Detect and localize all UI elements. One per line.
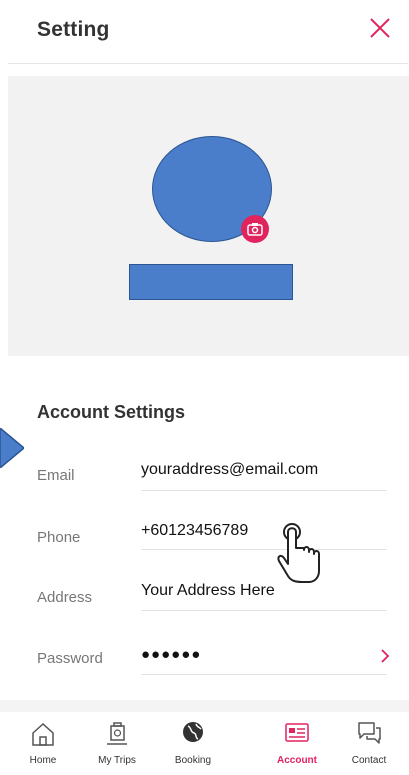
header-divider xyxy=(8,63,408,64)
page-title: Setting xyxy=(37,18,110,41)
phone-row: Phone +60123456789 xyxy=(37,522,387,572)
nav-label-home: Home xyxy=(29,755,57,766)
address-field[interactable]: Your Address Here xyxy=(141,582,275,600)
suitcase-icon xyxy=(107,722,127,745)
nav-item-home[interactable]: Home xyxy=(8,712,78,775)
password-underline xyxy=(141,674,387,675)
nav-item-booking[interactable]: Booking xyxy=(158,712,228,775)
address-underline xyxy=(141,610,387,611)
password-row[interactable]: Password ●●●●●● xyxy=(37,646,390,696)
globe-icon xyxy=(183,722,203,742)
arrow-pointer-icon xyxy=(0,428,24,468)
account-settings-title: Account Settings xyxy=(37,402,186,422)
avatar-container xyxy=(152,136,277,261)
password-field[interactable]: ●●●●●● xyxy=(141,646,201,663)
profile-name-placeholder xyxy=(129,264,293,300)
app-header: Setting xyxy=(0,0,409,64)
camera-icon[interactable] xyxy=(241,215,269,243)
nav-label-booking: Booking xyxy=(174,755,212,766)
nav-item-my-trips[interactable]: My Trips xyxy=(82,712,152,775)
nav-label-account: Account xyxy=(277,755,317,766)
nav-label-my-trips: My Trips xyxy=(98,755,136,766)
address-label: Address xyxy=(37,589,93,606)
hand-pointer-icon xyxy=(277,523,320,583)
chevron-right-icon[interactable] xyxy=(380,648,390,664)
close-icon[interactable] xyxy=(366,14,394,42)
nav-divider xyxy=(0,700,409,712)
account-card-icon xyxy=(285,723,309,742)
password-label: Password xyxy=(37,650,103,667)
email-row: Email youraddress@email.com xyxy=(37,455,387,505)
phone-underline xyxy=(141,549,387,550)
home-icon xyxy=(32,722,54,746)
nav-label-contact: Contact xyxy=(351,755,387,766)
chat-bubbles-icon xyxy=(358,722,381,744)
address-row: Address Your Address Here xyxy=(37,580,387,630)
phone-field[interactable]: +60123456789 xyxy=(141,522,248,540)
email-underline xyxy=(141,490,387,491)
nav-item-contact[interactable]: Contact xyxy=(334,712,404,775)
email-label: Email xyxy=(37,467,75,484)
phone-label: Phone xyxy=(37,529,81,546)
profile-panel xyxy=(8,76,409,356)
email-field[interactable]: youraddress@email.com xyxy=(141,461,318,479)
bottom-nav: Home My Trips Booking Account Contact xyxy=(0,712,409,775)
nav-item-account[interactable]: Account xyxy=(262,712,332,775)
